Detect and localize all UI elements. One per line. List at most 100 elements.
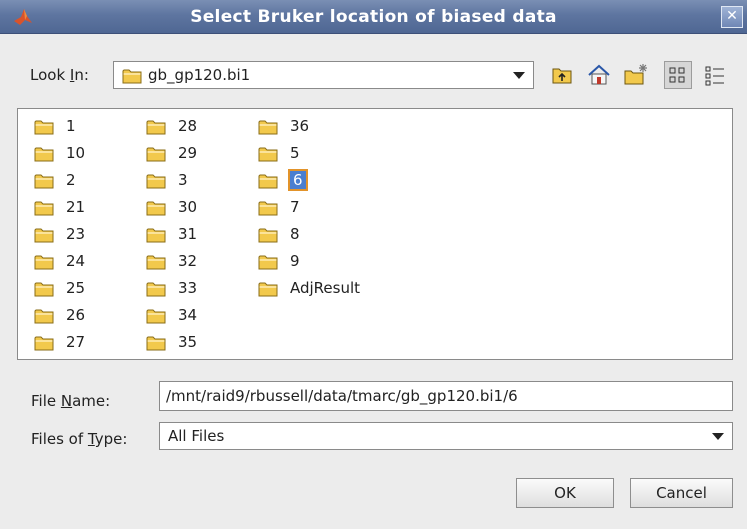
folder-item[interactable]: 25	[34, 277, 85, 301]
folder-icon	[34, 282, 54, 297]
new-folder-icon	[624, 64, 647, 85]
files-of-type-value: All Files	[168, 427, 225, 445]
folder-item[interactable]: 31	[146, 223, 197, 247]
folder-name: 36	[290, 117, 310, 135]
folder-icon	[258, 201, 278, 216]
folder-item[interactable]: 29	[146, 142, 197, 166]
folder-item[interactable]: 28	[146, 115, 197, 139]
home-button[interactable]	[585, 61, 613, 89]
folder-name: 24	[66, 252, 86, 270]
look-in-value: gb_gp120.bi1	[148, 66, 251, 84]
folder-item[interactable]: 10	[34, 142, 85, 166]
folder-icon	[146, 255, 166, 270]
folder-item[interactable]: 27	[34, 331, 85, 355]
folder-icon	[34, 228, 54, 243]
folder-icon	[258, 255, 278, 270]
folder-item[interactable]: 24	[34, 250, 85, 274]
folder-item[interactable]: 8	[258, 223, 300, 247]
folder-icon	[146, 120, 166, 135]
folder-item[interactable]: 6	[258, 169, 310, 193]
folder-icon	[258, 228, 278, 243]
folder-icon	[34, 255, 54, 270]
details-view-button[interactable]	[701, 61, 729, 89]
folder-item[interactable]: 2	[34, 169, 76, 193]
folder-name: 7	[290, 198, 300, 216]
look-in-label: Look In:	[30, 66, 89, 84]
folder-icon	[34, 120, 54, 135]
folder-item[interactable]: 9	[258, 250, 300, 274]
folder-name: 23	[66, 225, 86, 243]
folder-icon	[34, 147, 54, 162]
folder-item[interactable]: 34	[146, 304, 197, 328]
folder-name: 2	[66, 171, 76, 189]
folder-name: 1	[66, 117, 76, 135]
folder-item[interactable]: 26	[34, 304, 85, 328]
folder-icon	[146, 228, 166, 243]
up-one-level-button[interactable]	[548, 61, 576, 89]
folder-item[interactable]: AdjResult	[258, 277, 360, 301]
folder-name: 34	[178, 306, 198, 324]
folder-name: 33	[178, 279, 198, 297]
folder-name: 8	[290, 225, 300, 243]
folder-icon	[146, 336, 166, 351]
ok-button[interactable]: OK	[516, 478, 614, 508]
look-in-combo[interactable]: gb_gp120.bi1	[113, 61, 534, 89]
folder-name: 35	[178, 333, 198, 351]
folder-icon	[34, 309, 54, 324]
folder-icon	[258, 174, 278, 189]
folder-name: 29	[178, 144, 198, 162]
folder-item[interactable]: 36	[258, 115, 309, 139]
folder-name: 32	[178, 252, 198, 270]
folder-name: 21	[66, 198, 86, 216]
folder-icon	[258, 147, 278, 162]
cancel-button[interactable]: Cancel	[630, 478, 733, 508]
folder-item[interactable]: 33	[146, 277, 197, 301]
folder-icon	[122, 69, 142, 84]
folder-name: 9	[290, 252, 300, 270]
folder-icon	[258, 282, 278, 297]
folder-icon	[34, 336, 54, 351]
files-of-type-combo[interactable]: All Files	[159, 422, 733, 450]
folder-name: 30	[178, 198, 198, 216]
folder-item[interactable]: 30	[146, 196, 197, 220]
folder-name: 27	[66, 333, 86, 351]
folder-name: 5	[290, 144, 300, 162]
up-one-level-icon	[552, 68, 572, 84]
chevron-down-icon[interactable]	[712, 433, 724, 440]
folder-name: 31	[178, 225, 198, 243]
title-bar: Select Bruker location of biased data ✕	[0, 0, 747, 34]
folder-name: AdjResult	[290, 279, 361, 297]
folder-name: 3	[178, 171, 188, 189]
folder-name: 6	[288, 169, 308, 191]
folder-icon	[34, 174, 54, 189]
chevron-down-icon[interactable]	[513, 72, 525, 79]
folder-item[interactable]: 32	[146, 250, 197, 274]
folder-name: 25	[66, 279, 86, 297]
folder-item[interactable]: 3	[146, 169, 188, 193]
window-title: Select Bruker location of biased data	[190, 7, 557, 27]
folder-item[interactable]: 5	[258, 142, 300, 166]
new-folder-button[interactable]	[622, 61, 650, 89]
folder-item[interactable]: 21	[34, 196, 85, 220]
folder-icon	[146, 147, 166, 162]
file-name-field[interactable]	[159, 381, 733, 411]
folder-icon	[258, 120, 278, 135]
folder-item[interactable]: 7	[258, 196, 300, 220]
folder-item[interactable]: 1	[34, 115, 76, 139]
file-list[interactable]: 1 10 2 21 23 24 25 26 27 28 29 3 30 31 32 33 34 35 36 5 6 7 8 9…	[17, 108, 733, 360]
folder-item[interactable]: 35	[146, 331, 197, 355]
files-of-type-label: Files of Type:	[31, 430, 128, 448]
close-button[interactable]: ✕	[721, 6, 743, 28]
folder-name: 28	[178, 117, 198, 135]
file-name-label: File Name:	[31, 392, 111, 410]
folder-icon	[146, 201, 166, 216]
list-view-icon	[669, 67, 685, 83]
home-icon	[588, 64, 610, 85]
details-view-icon	[705, 66, 724, 86]
folder-icon	[146, 309, 166, 324]
folder-item[interactable]: 23	[34, 223, 85, 247]
list-view-button[interactable]	[664, 61, 692, 89]
folder-icon	[146, 282, 166, 297]
folder-icon	[34, 201, 54, 216]
folder-name: 26	[66, 306, 86, 324]
